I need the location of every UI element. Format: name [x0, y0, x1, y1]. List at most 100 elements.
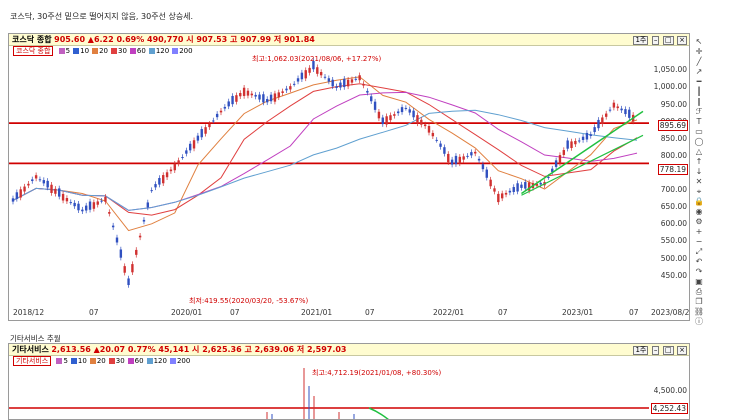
candle-body — [539, 182, 542, 185]
arrow-up-icon[interactable]: ↑ — [693, 157, 705, 166]
candle-body — [46, 180, 49, 188]
candle-body — [354, 78, 358, 80]
y-tick-label: 850.00 — [660, 133, 687, 143]
candle-body — [92, 202, 96, 209]
candle-body — [493, 188, 496, 192]
candle-body — [423, 124, 427, 127]
minimize-icon[interactable]: – — [651, 36, 660, 45]
candle-body — [69, 202, 72, 204]
candle-body — [131, 264, 134, 273]
arrow-down-icon[interactable]: ↓ — [693, 167, 705, 176]
sub-price-label: 4,252.43 — [650, 403, 688, 414]
candle-body — [323, 76, 327, 78]
settings-icon[interactable]: ⚙ — [693, 217, 705, 226]
candle-body — [123, 266, 126, 273]
candle-body — [420, 119, 423, 125]
candle-body — [304, 70, 307, 79]
moving-average-line-3 — [12, 109, 638, 211]
redo-icon[interactable]: ↷ — [693, 267, 705, 276]
copy-icon[interactable]: ❐ — [693, 297, 705, 306]
candle-body — [169, 169, 173, 172]
main-chart-quote: 905.60 ▲6.22 0.69% 490,770 시 907.53 고 90… — [54, 35, 315, 44]
main-chart-header: 코스닥 종합 905.60 ▲6.22 0.69% 490,770 시 907.… — [9, 34, 689, 46]
candle-body — [497, 193, 500, 203]
candle-body — [370, 96, 373, 102]
delete-icon[interactable]: ✕ — [693, 177, 705, 186]
main-chart-panel[interactable]: 코스닥 종합 905.60 ▲6.22 0.69% 490,770 시 907.… — [8, 33, 690, 321]
fib-icon[interactable]: ℱ — [693, 107, 705, 116]
vline-icon[interactable]: ┃ — [693, 87, 705, 96]
ellipse-icon[interactable]: ◯ — [693, 137, 705, 146]
zoom-in-icon[interactable]: + — [693, 227, 705, 236]
sub-maximize-icon[interactable]: □ — [662, 346, 674, 355]
y-tick-label: 800.00 — [660, 150, 687, 160]
maximize-icon[interactable]: □ — [662, 36, 674, 45]
page-caption: 코스닥, 30주선 밑으로 떨어지지 않음, 30주선 상승세. — [10, 12, 194, 21]
candle-body — [508, 190, 512, 193]
candle-body — [604, 113, 608, 117]
candle-body — [34, 175, 38, 179]
main-chart-controls: 1주 – □ × — [632, 34, 687, 45]
sub-period-button[interactable]: 1주 — [633, 346, 649, 355]
support-line-label: 778.19 — [657, 164, 688, 175]
line-icon[interactable]: ╱ — [693, 57, 705, 66]
candle-body — [377, 111, 381, 119]
x-tick-label: 2023/08/28 — [651, 308, 690, 317]
candle-body — [188, 143, 192, 151]
candle-body — [239, 93, 242, 97]
candle-body — [54, 188, 57, 194]
text-icon[interactable]: T — [693, 117, 705, 126]
sub-chart-panel[interactable]: 기타서비스 2,613.56 ▲20.07 0.77% 45,141 시 2,6… — [8, 343, 690, 420]
main-y-axis: 1,050.001,000.00950.00900.00850.00800.00… — [649, 46, 689, 308]
candle-body — [269, 94, 273, 102]
crosshair-icon[interactable]: ✛ — [693, 47, 705, 56]
candle-body — [593, 127, 596, 133]
sub-minimize-icon[interactable]: – — [651, 346, 660, 355]
zoom-out-icon[interactable]: − — [693, 237, 705, 246]
magnet-icon[interactable]: ⌖ — [693, 187, 705, 196]
hline-icon[interactable]: ━ — [693, 77, 705, 86]
x-tick-label: 07 — [89, 308, 99, 317]
candle-body — [235, 95, 238, 102]
candle-body — [104, 196, 107, 202]
save-icon[interactable]: ▣ — [693, 277, 705, 286]
period-button[interactable]: 1주 — [633, 36, 649, 45]
candle-body — [108, 212, 111, 214]
trend-icon[interactable]: ↗ — [693, 67, 705, 76]
candle-body — [339, 82, 342, 88]
candle-body — [566, 140, 569, 149]
arrow-icon[interactable]: ↖ — [693, 37, 705, 46]
candle-body — [454, 155, 458, 165]
triangle-icon[interactable]: △ — [693, 147, 705, 156]
candle-body — [77, 203, 80, 211]
x-tick-label: 2020/01 — [171, 308, 203, 317]
candle-body — [520, 184, 523, 188]
eye-icon[interactable]: ◉ — [693, 207, 705, 216]
print-icon[interactable]: ⎙ — [693, 287, 705, 296]
rect-icon[interactable]: ▭ — [693, 127, 705, 136]
low-annotation: 최저:419.55(2020/03/20, -53.67%) — [189, 297, 309, 305]
y-tick-label: 700.00 — [660, 185, 687, 195]
candle-body — [578, 140, 581, 142]
candle-body — [481, 164, 485, 170]
link-icon[interactable]: ⛓ — [693, 307, 705, 316]
candle-body — [358, 75, 361, 81]
candle-body — [362, 83, 365, 86]
candle-body — [277, 92, 280, 98]
candle-body — [212, 120, 215, 122]
lock-icon[interactable]: 🔒 — [693, 197, 705, 206]
undo-icon[interactable]: ↶ — [693, 257, 705, 266]
candle-body — [296, 78, 300, 82]
close-icon[interactable]: × — [677, 36, 687, 45]
candle-body — [597, 119, 600, 129]
candle-body — [404, 107, 408, 109]
candle-body — [181, 157, 184, 159]
sub-close-icon[interactable]: × — [677, 346, 687, 355]
candle-body — [200, 129, 203, 138]
candle-body — [50, 184, 53, 193]
channel-icon[interactable]: ∥ — [693, 97, 705, 106]
info-icon[interactable]: ⓘ — [693, 317, 705, 326]
candle-body — [111, 225, 115, 228]
fit-icon[interactable]: ⤢ — [693, 247, 705, 256]
candle-body — [381, 117, 384, 125]
